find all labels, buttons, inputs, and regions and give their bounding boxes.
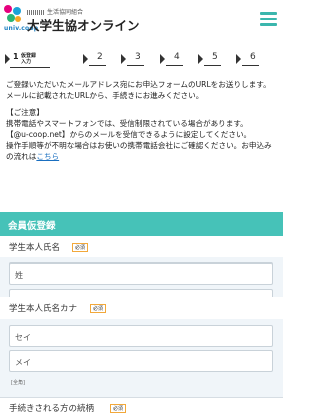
student-last-kana-field[interactable]: セイ [9,325,273,347]
step-indicator: 1 仮登録 入力 2 3 4 5 6 [0,50,283,72]
student-name-label: 学生本人氏名 [9,243,61,253]
student-last-name-field[interactable]: 姓 [9,263,273,285]
zenkaku-hint: [全角] [11,380,25,386]
step-2: 2 [89,52,107,66]
step-label: 仮登録 入力 [21,53,36,65]
step-arrow-icon [83,54,88,64]
field-label-row: 学生本人氏名カナ 必須 [0,297,283,319]
step-3: 3 [127,52,145,66]
required-badge: 必須 [72,243,89,252]
step-6: 6 [242,52,260,66]
relationship-label: 手続きされる方の続柄 [9,404,95,414]
step-arrow-icon [236,54,241,64]
flow-link[interactable]: こちら [36,152,59,161]
required-badge: 必須 [90,304,107,313]
site-title[interactable]: 大学生協オンライン [27,15,140,34]
student-kana-label: 学生本人氏名カナ [9,304,78,314]
field-label-row: 手続きされる方の続柄 必須 [0,398,283,415]
student-first-kana-field[interactable]: メイ [9,350,273,372]
step-number: 1 [13,52,19,61]
logo-dot [15,16,21,22]
step-4: 4 [166,52,184,66]
step-arrow-icon [5,54,10,64]
intro-line: ご登録いただいたメールアドレス宛にお申込フォームのURLをお送りします。 [6,80,271,89]
step-number: 2 [97,52,103,62]
notice-line: 携帯電話やスマートフォンでは、受信制限されている場合があります。 [6,119,248,128]
logo-dot [7,14,15,22]
step-5: 5 [204,52,222,66]
required-badge: 必須 [110,404,127,413]
hamburger-menu-icon[interactable] [260,12,277,26]
logo-dot [13,7,21,15]
logo-dot [4,5,12,13]
step-number: 5 [212,52,218,62]
section-title: 会員仮登録 [0,212,283,236]
univ-coop-logo[interactable]: univ.coop [4,5,38,35]
step-arrow-icon [160,54,165,64]
step-number: 3 [135,52,141,62]
intro-text: ご登録いただいたメールアドレス宛にお申込フォームのURLをお送りします。 メール… [6,79,278,162]
notice-title: 【ご注意】 [6,108,44,117]
notice-line: 操作手順等が不明な場合はお使いの携帯電話会社にご確認ください。お申込みの流れはこ… [6,140,278,162]
intro-line: メールに記載されたURLから、手続きにお進みください。 [6,91,204,100]
header: univ.coop 生活協同組合 大学生協オンライン [0,0,283,40]
step-arrow-icon [121,54,126,64]
step-number: 6 [250,52,256,62]
step-underline [10,67,50,68]
step-number: 4 [174,52,180,62]
step-label-line2: 入力 [21,59,32,65]
notice-line: 【@u-coop.net】からのメールを受信できるように設定してください。 [6,130,252,139]
step-arrow-icon [198,54,203,64]
